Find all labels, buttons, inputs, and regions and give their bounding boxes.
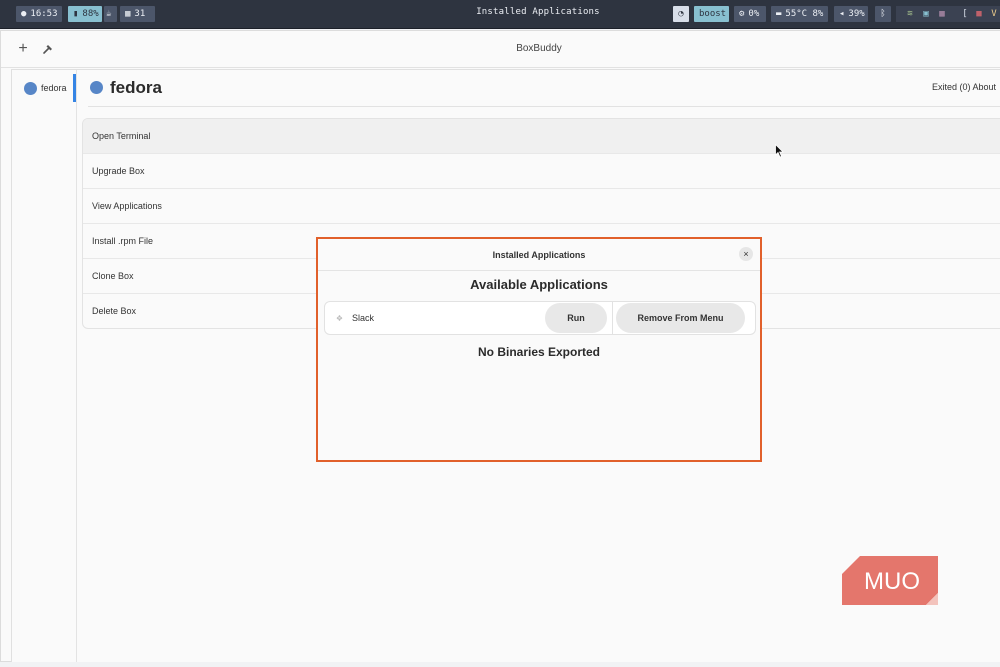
boost-widget[interactable]: boost — [694, 6, 729, 22]
remove-from-menu-button[interactable]: Remove From Menu — [616, 303, 745, 333]
vpn-icon[interactable]: V — [989, 9, 999, 19]
status-text: Exited (0) About — [932, 82, 997, 92]
distro-icon — [90, 81, 103, 94]
volume-widget[interactable]: ◂ 39% — [834, 6, 868, 22]
view-applications-row[interactable]: View Applications — [83, 189, 1000, 224]
display-icon[interactable]: ▣ — [921, 9, 931, 19]
dialog-header: Installed Applications × — [318, 239, 760, 271]
sidebar-item-label: fedora — [41, 83, 67, 93]
empty-binaries-message: No Binaries Exported — [477, 345, 601, 359]
grid-icon[interactable]: ▦ — [937, 9, 947, 19]
box-header: fedora Exited (0) About — [88, 70, 1000, 107]
distro-icon — [24, 81, 37, 95]
header-bar: + BoxBuddy — [1, 31, 1000, 68]
sidebar: fedora — [12, 70, 77, 662]
cpu-icon: ⚙ — [739, 9, 745, 19]
network-icon[interactable]: ≋ — [905, 9, 915, 19]
cpu-text: 0% — [748, 9, 760, 19]
thermometer-icon: ▬ — [776, 9, 782, 19]
close-icon: × — [743, 249, 749, 259]
temperature-widget[interactable]: ▬ 55°C 8% — [771, 6, 828, 22]
mouse-cursor — [775, 144, 784, 158]
gauge-icon[interactable]: ◔ — [673, 6, 689, 22]
run-button[interactable]: Run — [545, 303, 607, 333]
system-top-bar: ● 16:53 ▮ 88% ☕ ▦ 31 Installed Applications… — [0, 0, 1000, 29]
speaker-icon: ◂ — [839, 9, 845, 19]
system-tray: ≋ ▣ ▦ [ ■ V — [896, 6, 1000, 22]
cpu-widget[interactable]: ⚙ 0% — [734, 6, 766, 22]
page-title: fedora — [110, 78, 162, 97]
application-row: ❖ Slack Run Remove From Menu — [324, 301, 756, 335]
section-title: Available Applications — [470, 277, 608, 292]
volume-text: 39% — [848, 9, 865, 19]
app-name: Slack — [352, 313, 375, 323]
bluetooth-icon[interactable]: ᛒ — [875, 6, 891, 22]
dialog-title: Installed Applications — [492, 250, 586, 260]
sidebar-item-fedora[interactable]: fedora — [14, 74, 76, 102]
open-terminal-row[interactable]: Open Terminal — [83, 119, 1000, 154]
bracket-icon[interactable]: [ — [960, 9, 970, 19]
record-icon[interactable]: ■ — [974, 9, 984, 19]
temperature-text: 55°C 8% — [785, 9, 824, 19]
divider — [612, 302, 613, 334]
installed-applications-dialog: Installed Applications × Available Appli… — [316, 237, 762, 462]
close-button[interactable]: × — [739, 247, 753, 261]
app-title: BoxBuddy — [516, 43, 562, 54]
watermark-text: MUO — [864, 568, 920, 595]
muo-logo: MUO — [842, 556, 938, 605]
upgrade-box-row[interactable]: Upgrade Box — [83, 154, 1000, 189]
app-icon: ❖ — [335, 314, 344, 323]
